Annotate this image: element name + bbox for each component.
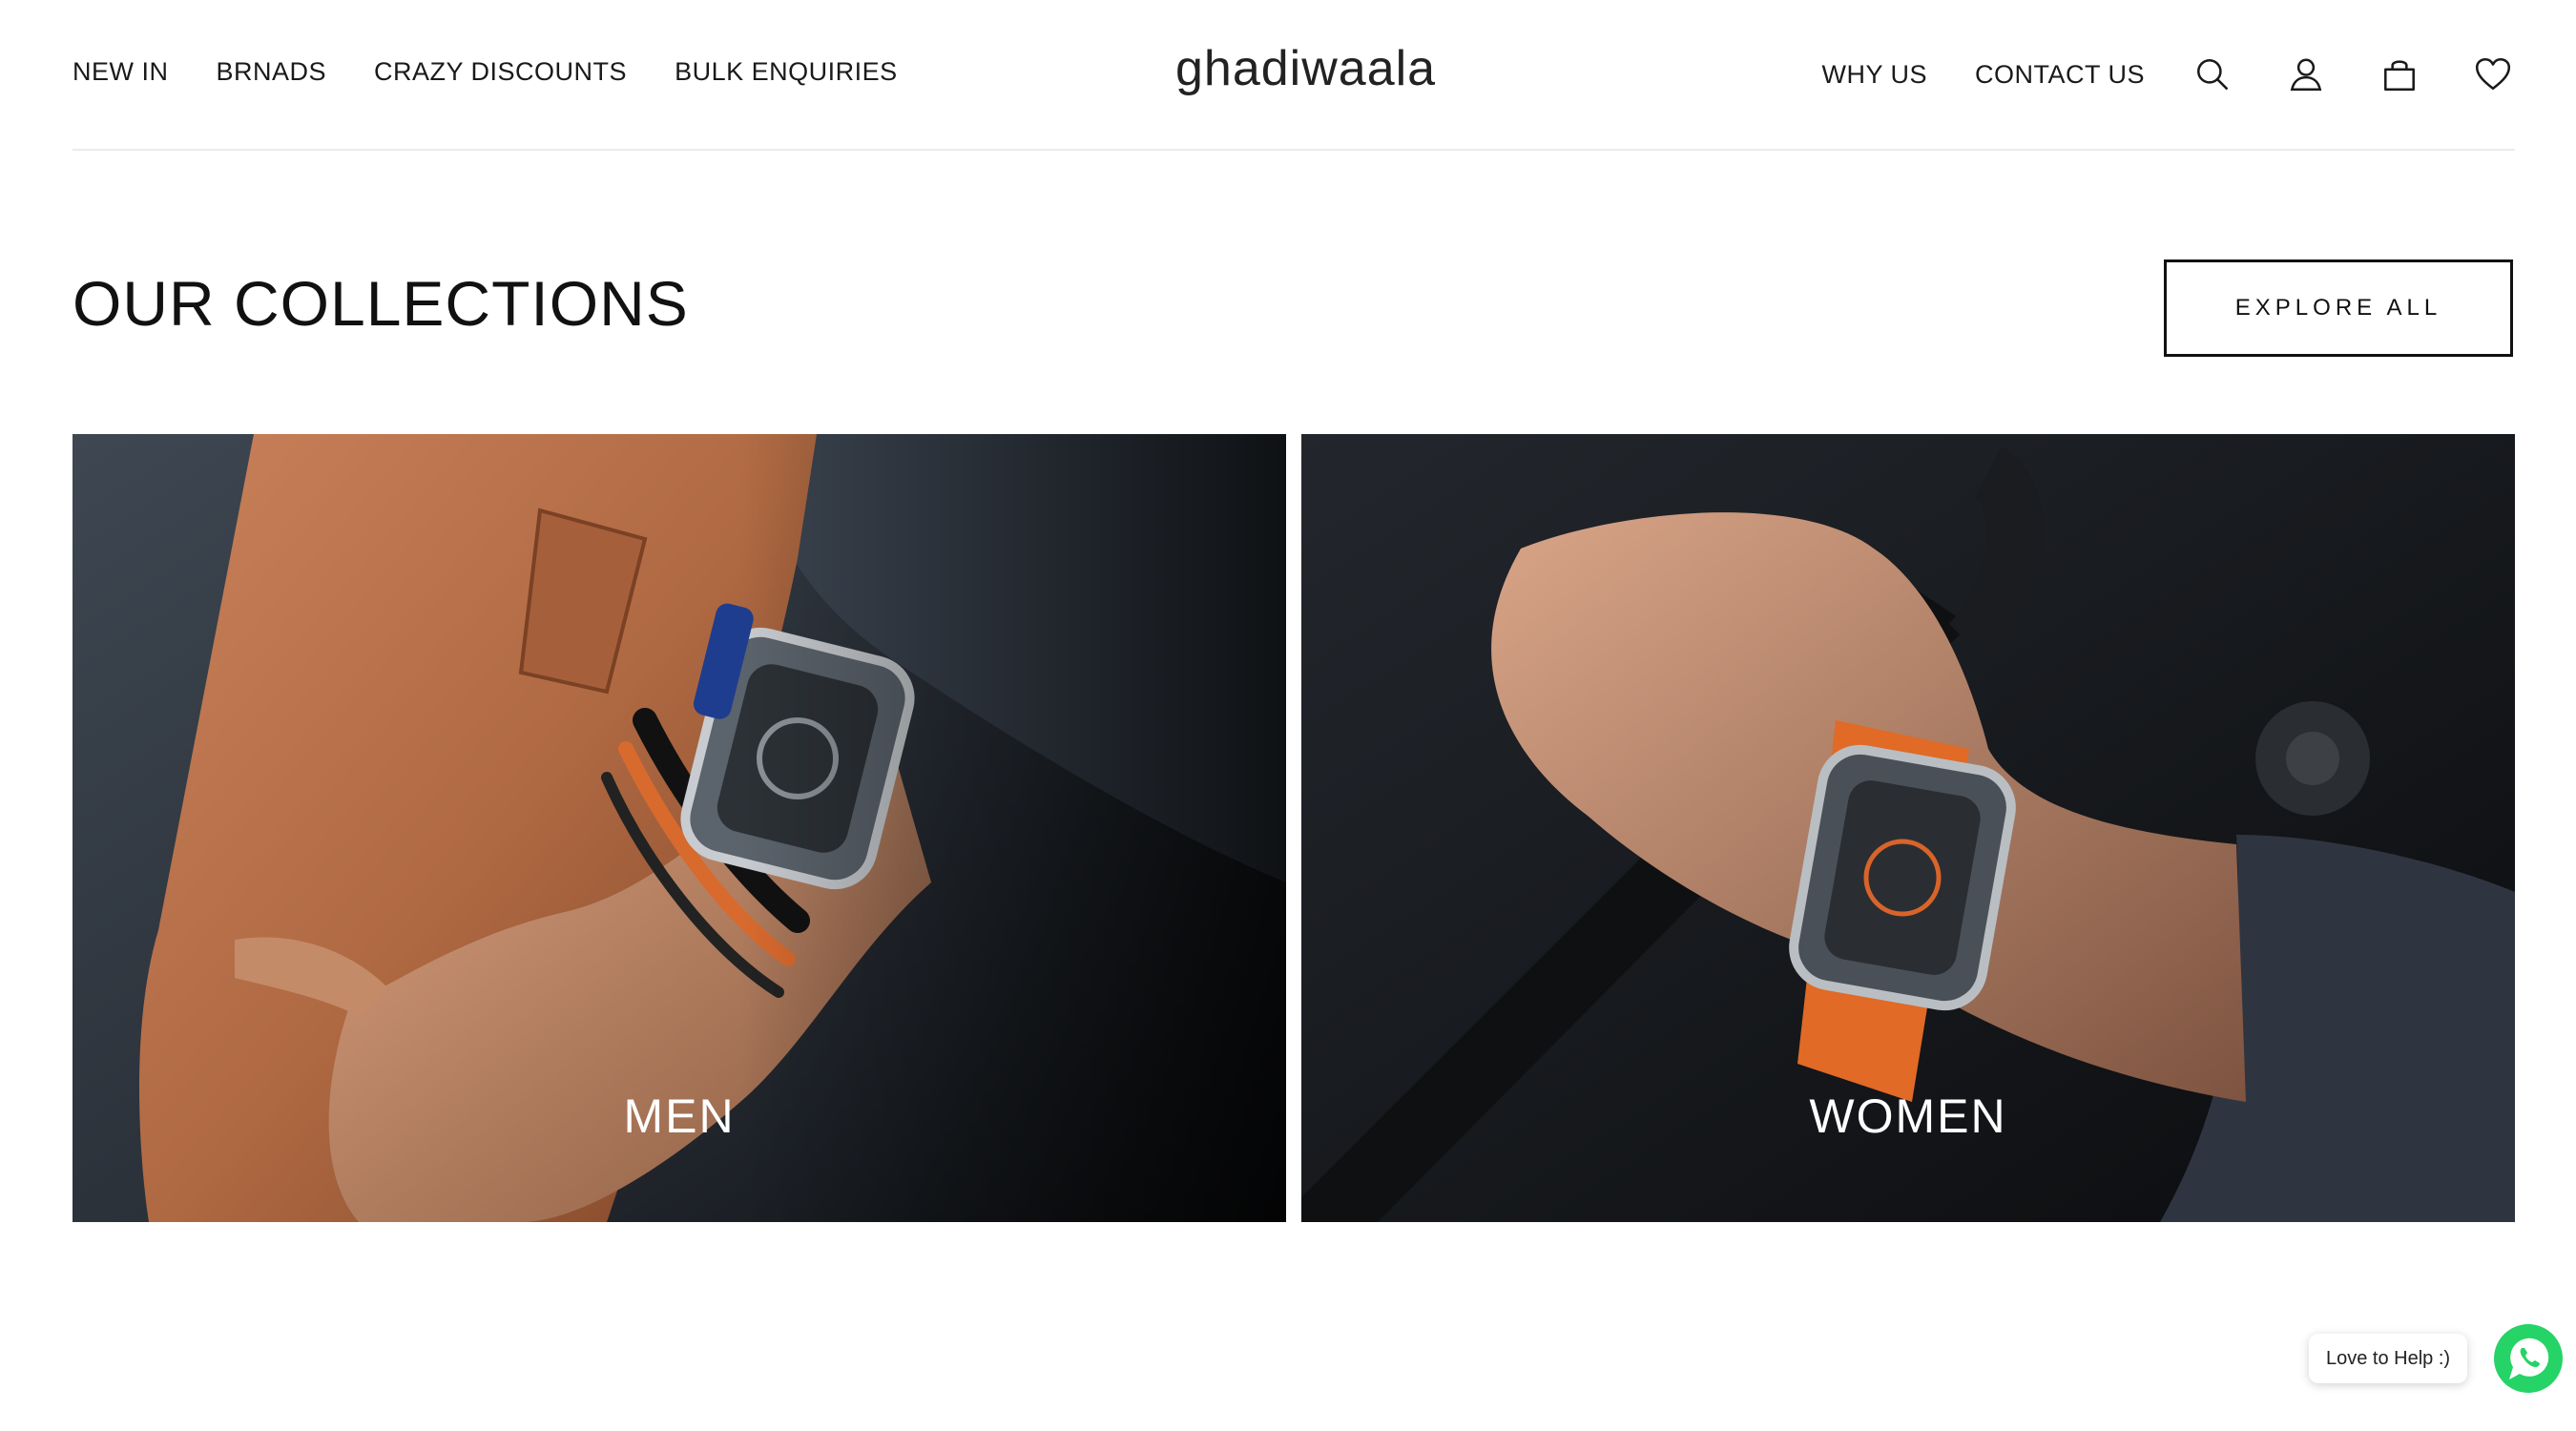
nav-new-in[interactable]: NEW IN xyxy=(73,57,169,87)
nav-crazy-discounts[interactable]: CRAZY DISCOUNTS xyxy=(374,57,627,87)
nav-bulk-enquiries[interactable]: BULK ENQUIRIES xyxy=(675,57,898,87)
nav-contact-us[interactable]: CONTACT US xyxy=(1975,60,2145,90)
wishlist-heart-icon[interactable] xyxy=(2471,52,2515,96)
cart-icon[interactable] xyxy=(2378,52,2421,96)
section-title: OUR COLLECTIONS xyxy=(73,268,689,339)
women-card-label: WOMEN xyxy=(1809,1089,2007,1143)
nav-brands[interactable]: BRNADS xyxy=(217,57,327,87)
whatsapp-icon[interactable] xyxy=(2492,1322,2565,1395)
primary-nav: NEW IN BRNADS CRAZY DISCOUNTS BULK ENQUI… xyxy=(73,57,898,87)
search-icon[interactable] xyxy=(2191,52,2234,96)
collection-card-women[interactable]: WOMEN xyxy=(1301,434,2515,1222)
collection-card-men[interactable]: MEN xyxy=(73,434,1286,1222)
whatsapp-help-bubble[interactable]: Love to Help :) xyxy=(2309,1334,2468,1383)
men-card-label: MEN xyxy=(623,1089,736,1143)
explore-all-button[interactable]: EXPLORE ALL xyxy=(2164,259,2513,357)
site-logo[interactable]: ghadiwaala xyxy=(1175,40,1436,97)
site-header: NEW IN BRNADS CRAZY DISCOUNTS BULK ENQUI… xyxy=(73,0,2515,151)
secondary-nav: WHY US CONTACT US xyxy=(1821,52,2515,96)
nav-why-us[interactable]: WHY US xyxy=(1821,60,1927,90)
account-icon[interactable] xyxy=(2284,52,2328,96)
